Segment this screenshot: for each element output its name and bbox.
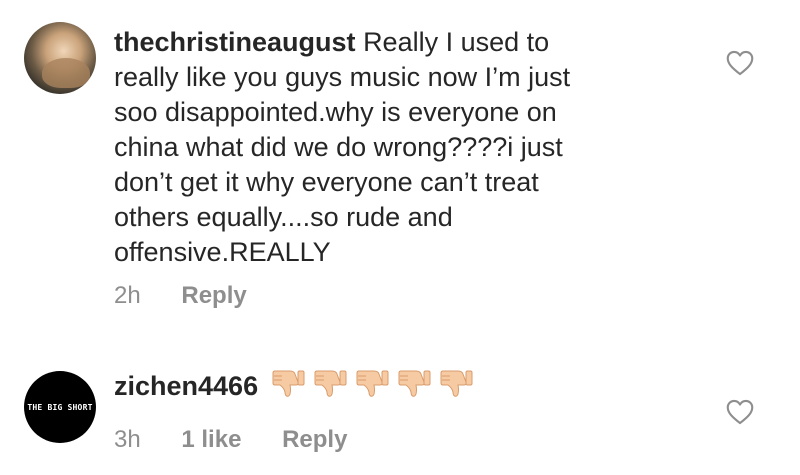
thumbs-down-icon	[440, 370, 473, 397]
thumbs-down-icon	[356, 370, 389, 397]
comment-body: thechristineaugust Really I used to real…	[114, 25, 674, 270]
comment-username[interactable]: zichen4466	[114, 371, 258, 401]
heart-outline-icon[interactable]	[726, 50, 754, 76]
comment-item: thechristineaugust Really I used to real…	[0, 0, 800, 330]
comment-username[interactable]: thechristineaugust	[114, 27, 356, 57]
heart-outline-icon[interactable]	[726, 399, 754, 425]
reply-button[interactable]: Reply	[181, 282, 246, 310]
avatar-text: THE BIG SHORT	[27, 402, 93, 412]
comment-timestamp: 3h	[114, 426, 141, 453]
comment-text: Really I used to really like you guys mu…	[114, 27, 571, 267]
comment-item: THE BIG SHORT zichen4466 3h 1 like Reply	[0, 330, 800, 475]
comment-meta: 2h Reply	[114, 282, 247, 310]
avatar[interactable]	[24, 22, 96, 94]
avatar[interactable]: THE BIG SHORT	[24, 371, 96, 443]
thumbs-down-icon	[398, 370, 431, 397]
reply-button[interactable]: Reply	[282, 426, 347, 454]
emoji-group	[264, 370, 474, 401]
comment-timestamp: 2h	[114, 282, 141, 309]
thumbs-down-icon	[314, 370, 347, 397]
comment-body: zichen4466	[114, 369, 474, 404]
like-count[interactable]: 1 like	[181, 426, 241, 454]
comment-meta: 3h 1 like Reply	[114, 426, 347, 454]
thumbs-down-icon	[272, 370, 305, 397]
